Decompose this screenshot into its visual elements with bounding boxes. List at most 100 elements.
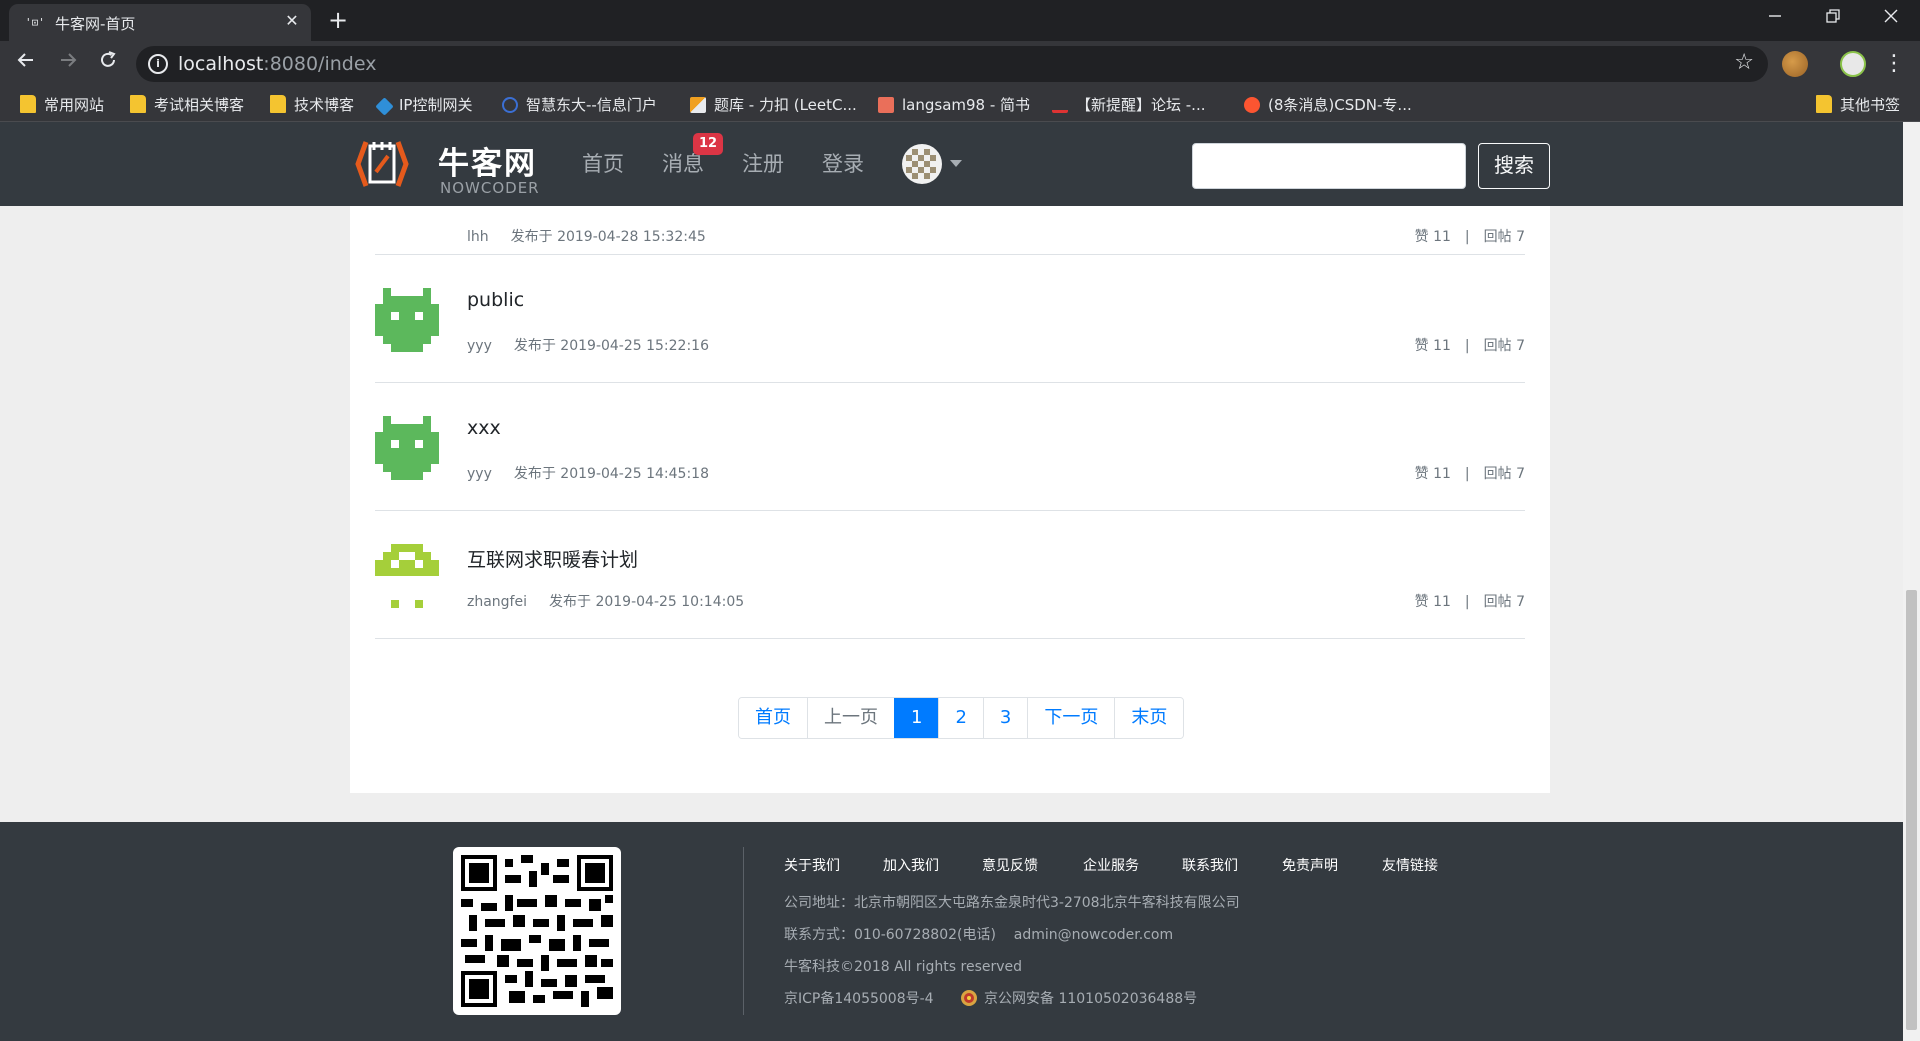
post-title[interactable]: xxx (467, 417, 501, 439)
post-time: 发布于 2019-04-25 15:22:16 (513, 338, 709, 354)
post-stats: 赞 11 | 回帖 7 (1414, 466, 1525, 482)
forward-arrow-icon[interactable] (52, 48, 84, 80)
back-arrow-icon[interactable] (10, 48, 42, 80)
post-author[interactable]: lhh (467, 229, 489, 245)
page-first-button[interactable]: 首页 (739, 698, 807, 738)
bookmark-folder[interactable]: 考试相关博客 (130, 94, 244, 116)
forum-icon (1052, 97, 1068, 113)
scrollbar-thumb[interactable] (1906, 590, 1917, 1030)
footer-address: 公司地址：北京市朝阳区大屯路东金泉时代3-2708北京牛客科技有限公司 (784, 895, 1240, 911)
post-likes: 赞 11 (1414, 594, 1451, 610)
footer-link-disclaimer[interactable]: 免责声明 (1282, 855, 1338, 875)
post-stats: 赞 11 | 回帖 7 (1414, 594, 1525, 610)
page-viewport: lhh 发布于 2019-04-28 15:32:45 赞 11 | 回帖 7 pub (0, 122, 1903, 1041)
footer-link-join[interactable]: 加入我们 (883, 855, 939, 875)
other-bookmarks-folder[interactable]: 其他书签 (1816, 94, 1900, 116)
search-button[interactable]: 搜索 (1478, 143, 1550, 189)
message-count-badge: 12 (693, 133, 723, 155)
nav-home-link[interactable]: 首页 (582, 148, 624, 178)
post-meta: yyy 发布于 2019-04-25 15:22:16 (467, 335, 709, 355)
page-next-button[interactable]: 下一页 (1027, 698, 1115, 738)
user-avatar-icon[interactable] (375, 288, 439, 352)
bookmark-link[interactable]: 智慧东大--信息门户 (502, 94, 657, 116)
post-item[interactable]: 互联网求职暖春计划 zhangfei 发布于 2019-04-25 10:14:0… (375, 511, 1525, 639)
post-time: 发布于 2019-04-25 10:14:05 (549, 594, 745, 610)
page-2-button[interactable]: 2 (938, 698, 983, 738)
restore-window-icon[interactable] (1804, 0, 1862, 36)
footer-link-contact[interactable]: 联系我们 (1182, 855, 1238, 875)
bookmark-link[interactable]: (8条消息)CSDN-专... (1244, 94, 1412, 116)
post-title[interactable]: public (467, 289, 524, 311)
post-meta: lhh 发布于 2019-04-28 15:32:45 (467, 226, 706, 246)
folder-icon (270, 95, 286, 113)
nav-login-link[interactable]: 登录 (822, 148, 864, 178)
page-prev-button[interactable]: 上一页 (807, 698, 894, 738)
footer-divider (743, 847, 744, 1015)
post-likes: 赞 11 (1414, 229, 1451, 245)
post-stats: 赞 11 | 回帖 7 (1414, 229, 1525, 245)
footer-link-friends[interactable]: 友情链接 (1382, 855, 1438, 875)
more-menu-icon[interactable]: ⋮ (1882, 49, 1906, 79)
cookie-extension-icon[interactable] (1782, 51, 1808, 77)
site-info-icon[interactable]: i (148, 54, 168, 74)
page-3-button[interactable]: 3 (982, 698, 1028, 738)
search-input[interactable] (1192, 143, 1466, 189)
post-author[interactable]: yyy (467, 338, 492, 354)
post-meta: zhangfei 发布于 2019-04-25 10:14:05 (467, 591, 744, 611)
footer-link-enterprise[interactable]: 企业服务 (1083, 855, 1139, 875)
browser-toolbar: i localhost:8080/index ☆ ⋮ (0, 41, 1920, 87)
footer-link-about[interactable]: 关于我们 (784, 855, 840, 875)
bookmark-link[interactable]: 【新提醒】论坛 -... (1052, 94, 1206, 116)
dropdown-caret-icon[interactable] (950, 160, 962, 167)
close-window-icon[interactable] (1862, 0, 1920, 36)
bookmark-link[interactable]: 题库 - 力扣 (LeetC... (690, 94, 857, 116)
bookmark-link[interactable]: IP控制网关 (375, 94, 472, 116)
police-badge-icon (961, 990, 977, 1006)
post-likes: 赞 11 (1414, 338, 1451, 354)
post-item[interactable]: xxx yyy 发布于 2019-04-25 14:45:18 赞 11 | 回帖 7 (375, 383, 1525, 511)
bookmark-folder[interactable]: 技术博客 (270, 94, 354, 116)
bookmark-folder[interactable]: 常用网站 (20, 94, 104, 116)
new-tab-button[interactable]: + (324, 6, 352, 34)
bookmark-link[interactable]: langsam98 - 简书 (878, 94, 1030, 116)
tab-title: 牛客网-首页 (55, 15, 136, 33)
nav-register-link[interactable]: 注册 (742, 148, 784, 178)
footer-icp[interactable]: 京ICP备14055008号-4 (784, 988, 934, 1008)
site-navbar: 牛客网 NOWCODER 首页 消息 12 注册 登录 搜索 (0, 122, 1903, 206)
jianshu-icon (878, 97, 894, 113)
bookmark-star-icon[interactable]: ☆ (1734, 50, 1754, 75)
user-avatar-dropdown[interactable] (902, 144, 942, 184)
footer-police-record[interactable]: 京公网安备 11010502036488号 (960, 988, 1197, 1008)
post-meta: yyy 发布于 2019-04-25 14:45:18 (467, 463, 709, 483)
post-replies: 回帖 7 (1483, 229, 1525, 245)
reload-icon[interactable] (92, 48, 124, 80)
folder-icon (20, 95, 36, 113)
address-url[interactable]: localhost:8080/index (178, 53, 376, 75)
post-list-card: lhh 发布于 2019-04-28 15:32:45 赞 11 | 回帖 7 pub (350, 168, 1550, 793)
folder-icon (130, 95, 146, 113)
post-title[interactable]: 互联网求职暖春计划 (467, 545, 638, 572)
nav-avatar-icon (906, 149, 936, 179)
footer-copyright: 牛客科技©2018 All rights reserved (784, 959, 1023, 975)
campus-portal-icon (502, 97, 518, 113)
browser-tab-active[interactable]: '⊡' 牛客网-首页 ✕ (9, 4, 311, 41)
post-author[interactable]: zhangfei (467, 594, 527, 610)
post-replies: 回帖 7 (1483, 466, 1525, 482)
user-avatar-icon[interactable] (375, 544, 439, 608)
user-avatar-icon[interactable] (375, 416, 439, 480)
page-1-button[interactable]: 1 (894, 698, 939, 738)
post-item[interactable]: public yyy 发布于 2019-04-25 15:22:16 赞 11 | 回… (375, 255, 1525, 383)
post-stats: 赞 11 | 回帖 7 (1414, 338, 1525, 354)
profile-avatar-icon[interactable] (1840, 51, 1866, 77)
bookmarks-bar: 常用网站 考试相关博客 技术博客 IP控制网关 智慧东大--信息门户 题库 - … (0, 87, 1920, 122)
footer-link-feedback[interactable]: 意见反馈 (982, 855, 1038, 875)
pagination: 首页 上一页 1 2 3 下一页 末页 (738, 697, 1185, 739)
minimize-window-icon[interactable] (1746, 0, 1804, 36)
site-logo[interactable]: 牛客网 NOWCODER (350, 132, 540, 197)
post-author[interactable]: yyy (467, 466, 492, 482)
tab-close-icon[interactable]: ✕ (281, 10, 303, 32)
address-bar[interactable]: i localhost:8080/index ☆ (136, 46, 1768, 82)
page-last-button[interactable]: 末页 (1114, 698, 1184, 738)
page-scrollbar[interactable] (1903, 122, 1920, 1041)
logo-text: 牛客网 (438, 146, 537, 182)
